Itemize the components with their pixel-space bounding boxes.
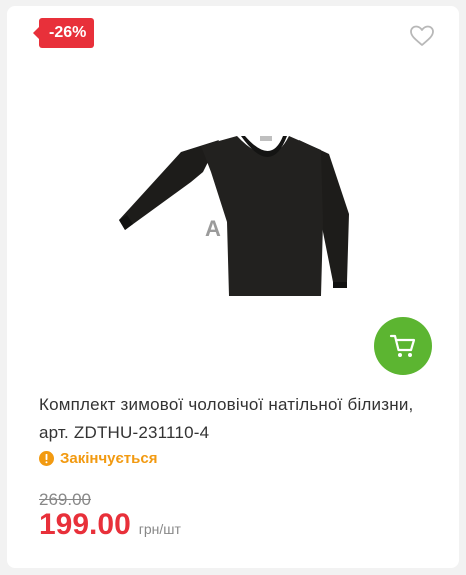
add-to-cart-button[interactable] [374,317,432,375]
svg-text:A: A [205,216,221,241]
discount-badge: -26% [32,18,95,48]
cart-icon [389,334,416,357]
product-image[interactable]: A [111,132,351,302]
price-row: 199.00 грн/шт [39,508,181,542]
product-title[interactable]: Комплект зимової чоловічої натільної біл… [39,391,439,447]
stock-status: Закінчується [39,450,157,467]
old-price: 269.00 [39,490,91,509]
product-card[interactable]: -26% A Комплект зимової чоловічої натіль… [7,6,459,568]
stock-status-label: Закінчується [60,450,158,467]
exclamation-icon [39,451,54,466]
heart-icon[interactable] [409,24,435,48]
current-price: 199.00 [39,508,131,541]
price-unit: грн/шт [138,521,181,537]
